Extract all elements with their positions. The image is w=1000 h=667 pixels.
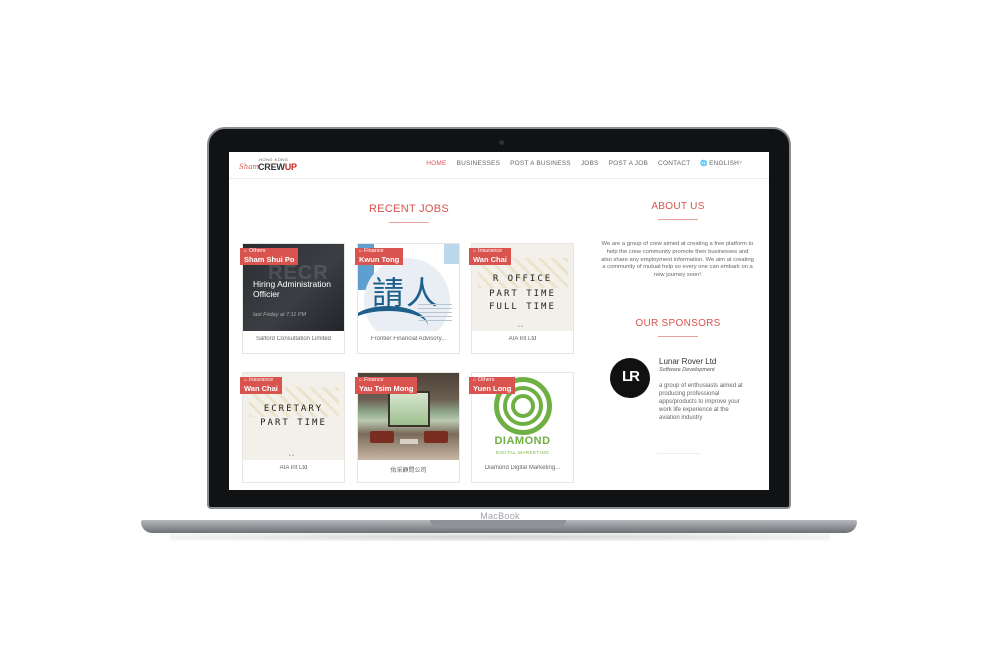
sponsor-description: a group of enthusiasts aimed at producin… — [659, 383, 743, 422]
laptop-notch — [430, 520, 566, 526]
sponsors-title: OUR SPONSORS — [635, 318, 721, 329]
sponsor-type: Software Development — [659, 367, 715, 373]
camera-icon — [499, 140, 504, 145]
job-company[interactable]: Diamond Digital Marketing... — [472, 465, 573, 471]
image-sub: DIGITAL MARKETING — [495, 450, 550, 455]
category-location-tag[interactable]: ⌂ Others Yuen Long — [469, 377, 516, 394]
image-line: R OFFICE — [492, 274, 553, 284]
job-category: Insurance — [478, 248, 503, 254]
recent-jobs-title: RECENT JOBS — [368, 203, 450, 215]
photo-window — [388, 391, 430, 427]
photo-table — [400, 439, 418, 444]
sponsor-name[interactable]: Lunar Rover Ltd — [659, 357, 716, 366]
job-location: Wan Chai — [473, 254, 507, 264]
home-icon: ⌂ — [244, 377, 248, 383]
job-card[interactable]: RECR Hiring Administration Officier last… — [240, 243, 345, 354]
job-category: Others — [478, 377, 495, 383]
nav-home[interactable]: HOME — [426, 160, 446, 167]
nav-post-business[interactable]: POST A BUSINESS — [510, 160, 571, 167]
home-icon: ⌂ — [473, 377, 477, 383]
job-company[interactable]: 佑采顧問公司 — [358, 465, 459, 474]
language-selector[interactable]: 🌐ENGLISH — [700, 160, 739, 167]
about-us-text: We are a group of crew aimed at creating… — [601, 241, 754, 279]
job-card[interactable]: R OFFICE PART TIME FULL TIME • • ⌂ Insura… — [469, 243, 574, 354]
home-icon: ⌂ — [359, 248, 363, 254]
job-location: Yuen Long — [473, 383, 512, 393]
job-category: Finance — [364, 248, 384, 254]
image-dots: • • — [289, 453, 294, 459]
logo-swirl: Sham — [239, 163, 260, 171]
job-company[interactable]: AIA Int Ltd — [243, 465, 344, 471]
job-card[interactable]: ECRETARY PART TIME • • ⌂ Insurance Wan Ch… — [240, 372, 345, 483]
image-line: PART TIME — [260, 418, 327, 428]
sponsor-logo[interactable]: LR — [610, 358, 650, 398]
globe-icon: 🌐 — [700, 161, 709, 167]
nav-jobs[interactable]: JOBS — [581, 160, 599, 167]
site-header: Sham HONG KONG CREWUP HOME BUSINESSES PO… — [229, 152, 769, 179]
job-location: Sham Shui Po — [244, 254, 295, 264]
site-logo[interactable]: Sham HONG KONG CREWUP — [239, 156, 297, 176]
photo-sofa — [424, 431, 448, 443]
image-line: PART TIME — [489, 289, 556, 299]
image-line: FULL TIME — [489, 302, 556, 312]
image-word: DIAMOND — [494, 435, 551, 447]
image-date: last Friday at 7:11 PM — [253, 312, 307, 318]
job-company[interactable]: Salford Consultation Limited — [243, 336, 344, 342]
chevron-down-icon[interactable]: ˅ — [739, 160, 742, 166]
diamond-logo-ring — [511, 394, 535, 418]
nav-post-job[interactable]: POST A JOB — [609, 160, 648, 167]
home-icon: ⌂ — [359, 377, 363, 383]
about-us-divider — [658, 219, 698, 220]
category-location-tag[interactable]: ⌂ Insurance Wan Chai — [240, 377, 282, 394]
nav-contact[interactable]: CONTACT — [658, 160, 690, 167]
main-nav: HOME BUSINESSES POST A BUSINESS JOBS POS… — [426, 160, 739, 167]
category-location-tag[interactable]: ⌂ Others Sham Shui Po — [240, 248, 299, 265]
sponsor-divider — [657, 453, 701, 454]
about-us-title: ABOUT US — [651, 201, 705, 212]
image-dots: • • — [518, 324, 523, 330]
laptop-shadow — [170, 533, 830, 541]
image-line: ECRETARY — [263, 404, 324, 414]
recent-jobs-divider — [389, 222, 429, 223]
job-location: Kwun Tong — [359, 254, 400, 264]
job-company[interactable]: Frontier Financial Advisory... — [358, 336, 459, 342]
job-location: Yau Tsim Mong — [359, 383, 414, 393]
image-deco-lines — [418, 304, 452, 324]
job-category: Others — [249, 248, 266, 254]
job-company[interactable]: AIA Int Ltd — [472, 336, 573, 342]
image-deco-block — [444, 244, 459, 264]
job-category: Finance — [364, 377, 384, 383]
language-label: ENGLISH — [709, 160, 739, 167]
photo-sofa — [370, 431, 394, 443]
home-icon: ⌂ — [473, 248, 477, 254]
logo-main-text: CREWUP — [258, 162, 297, 172]
category-location-tag[interactable]: ⌂ Finance Yau Tsim Mong — [355, 377, 418, 394]
job-category: Insurance — [249, 377, 274, 383]
category-location-tag[interactable]: ⌂ Finance Kwun Tong — [355, 248, 404, 265]
image-title: Hiring Administration Officier — [253, 279, 331, 299]
nav-businesses[interactable]: BUSINESSES — [457, 160, 501, 167]
job-card[interactable]: DIAMOND DIGITAL MARKETING ⌂ Others Yuen L… — [469, 372, 574, 483]
category-location-tag[interactable]: ⌂ Insurance Wan Chai — [469, 248, 511, 265]
job-location: Wan Chai — [244, 383, 278, 393]
job-card[interactable]: ⌂ Finance Yau Tsim Mong 佑采顧問公司 — [355, 372, 460, 483]
website-screen: Sham HONG KONG CREWUP HOME BUSINESSES PO… — [229, 152, 769, 490]
sponsor-logo-text: LR — [622, 368, 640, 385]
home-icon: ⌂ — [244, 248, 248, 254]
sponsors-divider — [658, 336, 698, 337]
job-card[interactable]: 請人 ⌂ Finance Kwun Tong Frontier Financial… — [355, 243, 460, 354]
